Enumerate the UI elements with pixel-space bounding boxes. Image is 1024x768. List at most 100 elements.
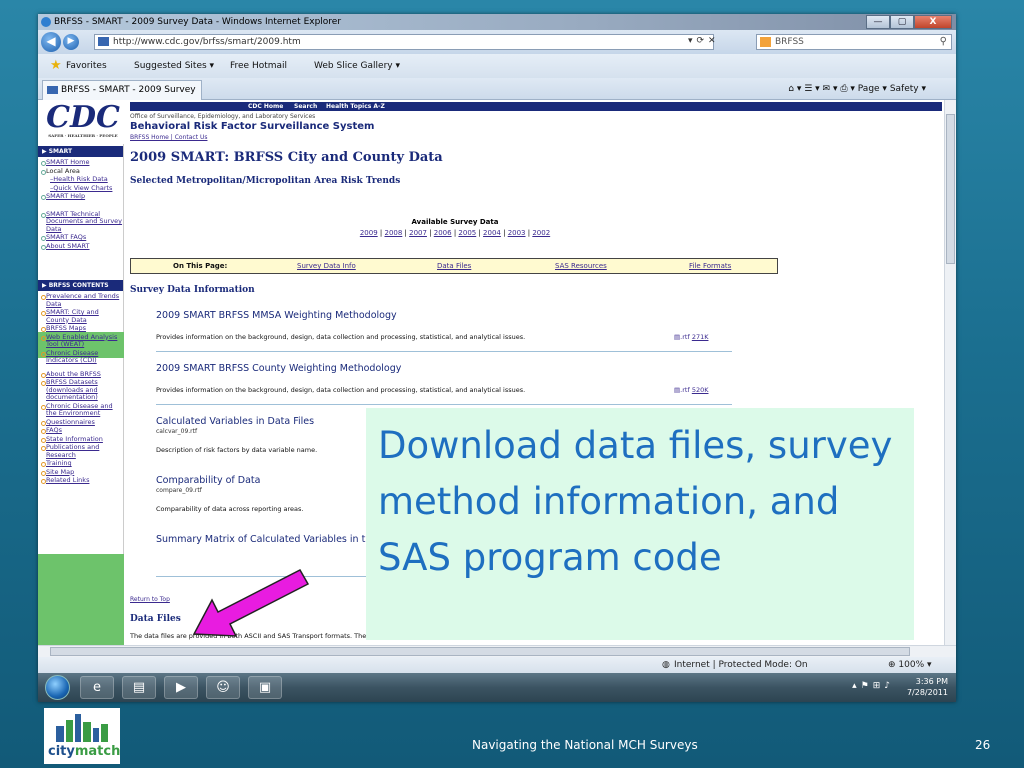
cdc-logo[interactable]: CDC SAFER · HEALTHIER · PEOPLE: [42, 103, 124, 141]
favorites-button[interactable]: Favorites: [66, 54, 107, 78]
cdc-top-nav: CDC Home Search Health Topics A-Z: [130, 102, 942, 111]
safety-menu[interactable]: Safety ▾: [890, 84, 926, 94]
horizontal-scrollbar[interactable]: [38, 645, 956, 657]
sidebar-item-brfss[interactable]: State Information: [40, 435, 123, 444]
sidebar-item-brfss[interactable]: Chronic Disease and the Environment: [40, 402, 123, 418]
ie-taskbar-icon[interactable]: e: [80, 676, 114, 699]
web-slice-gallery-link[interactable]: Web Slice Gallery ▾: [314, 54, 400, 78]
office-taskbar-icon[interactable]: ▣: [248, 676, 282, 699]
favorites-star-icon[interactable]: ★: [50, 54, 62, 78]
sidebar-item-brfss[interactable]: Site Map: [40, 468, 123, 477]
year-link[interactable]: 2007: [409, 229, 427, 237]
rtf-download-county[interactable]: ▤.rtf 520K: [674, 386, 708, 394]
ie-icon: [41, 17, 51, 27]
year-link[interactable]: 2005: [458, 229, 476, 237]
minimize-button[interactable]: —: [866, 15, 890, 29]
media-taskbar-icon[interactable]: ▶: [164, 676, 198, 699]
clock-time: 3:36 PM: [915, 677, 948, 686]
sidebar-item-smart[interactable]: SMART Help: [40, 192, 123, 201]
sidebar-item-smart: Local Area: [40, 167, 123, 176]
home-icon[interactable]: ⌂ ▾: [788, 84, 804, 94]
survey-data-info-link[interactable]: Survey Data Info: [297, 259, 356, 273]
sidebar-item-brfss[interactable]: Questionnaires: [40, 418, 123, 427]
url-input[interactable]: http://www.cdc.gov/brfss/smart/2009.htm: [94, 34, 714, 50]
sidebar-item-brfss[interactable]: Prevalence and Trends Data: [40, 292, 123, 308]
sidebar-item-smart[interactable]: About SMART: [40, 242, 123, 251]
sidebar-item-smart[interactable]: SMART FAQs: [40, 233, 123, 242]
breadcrumb[interactable]: BRFSS Home | Contact Us: [130, 134, 207, 141]
zoom-level[interactable]: ⊕ 100% ▾: [888, 657, 932, 673]
sidebar-item-brfss[interactable]: BRFSS Datasets (downloads and documentat…: [40, 378, 123, 402]
back-icon[interactable]: ◀: [41, 32, 61, 52]
address-tools[interactable]: ▾⟳✕: [688, 34, 720, 48]
rtf-download-mmsa[interactable]: ▤.rtf 271K: [674, 333, 708, 341]
sidebar-item-brfss[interactable]: About the BRFSS: [40, 370, 123, 379]
year-link[interactable]: 2008: [384, 229, 402, 237]
sidebar-item-brfss[interactable]: SMART: City and County Data: [40, 308, 123, 324]
sidebar-item-smart[interactable]: –Quick View Charts: [40, 184, 123, 193]
year-link[interactable]: 2004: [483, 229, 501, 237]
sidebar-item-smart[interactable]: SMART Home: [40, 158, 123, 167]
app-taskbar-icon[interactable]: ☺: [206, 676, 240, 699]
on-this-page-label: On This Page:: [173, 262, 228, 270]
explorer-taskbar-icon[interactable]: ▤: [122, 676, 156, 699]
page-favicon: [98, 37, 109, 46]
maximize-button[interactable]: ▢: [890, 15, 914, 29]
tray-icons[interactable]: ▴⚑⊞♪: [852, 681, 894, 691]
file-formats-link[interactable]: File Formats: [689, 259, 731, 273]
forward-icon[interactable]: ▶: [63, 34, 79, 50]
health-topics-link[interactable]: Health Topics A-Z: [326, 102, 385, 111]
data-files-link[interactable]: Data Files: [437, 259, 471, 273]
item-desc-county: Provides information on the background, …: [156, 386, 526, 394]
vertical-scrollbar[interactable]: [944, 100, 956, 645]
item-title-compare: Comparability of Data: [156, 475, 261, 486]
item-sub-calcvar[interactable]: calcvar_09.rtf: [156, 428, 197, 435]
item-sub-compare[interactable]: compare_09.rtf: [156, 487, 202, 494]
scroll-thumb[interactable]: [946, 114, 955, 264]
window-title: BRFSS - SMART - 2009 Survey Data - Windo…: [54, 17, 342, 27]
side-nav: ▶ SMART SMART Home Local Area –Health Risk…: [38, 144, 124, 645]
clock[interactable]: 3:36 PM 7/28/2011: [907, 676, 948, 698]
return-to-top-link[interactable]: Return to Top: [130, 596, 170, 603]
free-hotmail-link[interactable]: Free Hotmail: [230, 54, 287, 78]
year-link[interactable]: 2003: [508, 229, 526, 237]
title-bar: BRFSS - SMART - 2009 Survey Data - Windo…: [38, 14, 956, 30]
feeds-icon[interactable]: ☰ ▾: [804, 84, 822, 94]
close-button[interactable]: X: [914, 15, 952, 29]
sidebar-item-brfss[interactable]: Chronic Disease Indicators (CDI): [40, 349, 123, 365]
sidebar-item-brfss[interactable]: BRFSS Maps: [40, 324, 123, 333]
sidebar-item-brfss[interactable]: Web Enabled Analysis Tool (WEAT): [40, 333, 123, 349]
sidebar-item-brfss[interactable]: Publications and Research: [40, 443, 123, 459]
year-link[interactable]: 2002: [532, 229, 550, 237]
tab-favicon: [47, 86, 58, 94]
brfss-nav-header: ▶ BRFSS CONTENTS: [38, 280, 123, 291]
search-input[interactable]: BRFSS ⚲: [756, 34, 952, 50]
sidebar-item-smart[interactable]: SMART Technical Documents and Survey Dat…: [40, 210, 123, 234]
tab-active[interactable]: BRFSS - SMART - 2009 Survey Data: [42, 80, 202, 113]
scroll-thumb[interactable]: [50, 647, 910, 656]
cdc-search-link[interactable]: Search: [294, 102, 317, 111]
suggested-sites-link[interactable]: Suggested Sites ▾: [134, 54, 214, 78]
year-link[interactable]: 2009: [360, 229, 378, 237]
page-menu[interactable]: Page ▾: [858, 84, 887, 94]
sas-resources-link[interactable]: SAS Resources: [555, 259, 607, 273]
sidebar-item-brfss[interactable]: Training: [40, 459, 123, 468]
url-text: http://www.cdc.gov/brfss/smart/2009.htm: [113, 37, 301, 47]
smart-nav-header: ▶ SMART: [38, 146, 123, 157]
divider: [156, 351, 732, 352]
sidebar-item-brfss[interactable]: Related Links: [40, 476, 123, 485]
year-link[interactable]: 2006: [434, 229, 452, 237]
search-icon[interactable]: ⚲: [940, 35, 947, 49]
logo-text: citymatch: [48, 744, 121, 759]
sidebar-item-smart[interactable]: –Health Risk Data: [40, 175, 123, 184]
section-title: Survey Data Information: [130, 285, 255, 295]
print-icon[interactable]: ⎙ ▾: [840, 84, 857, 94]
search-text: BRFSS: [775, 37, 804, 47]
page-subheading: Selected Metropolitan/Micropolitan Area …: [130, 176, 401, 186]
start-button[interactable]: [45, 675, 70, 700]
sidebar-item-brfss[interactable]: FAQs: [40, 426, 123, 435]
item-desc-calcvar: Description of risk factors by data vari…: [156, 446, 318, 454]
divider: [156, 404, 732, 405]
mail-icon[interactable]: ✉ ▾: [823, 84, 841, 94]
cdc-home-link[interactable]: CDC Home: [248, 102, 283, 111]
